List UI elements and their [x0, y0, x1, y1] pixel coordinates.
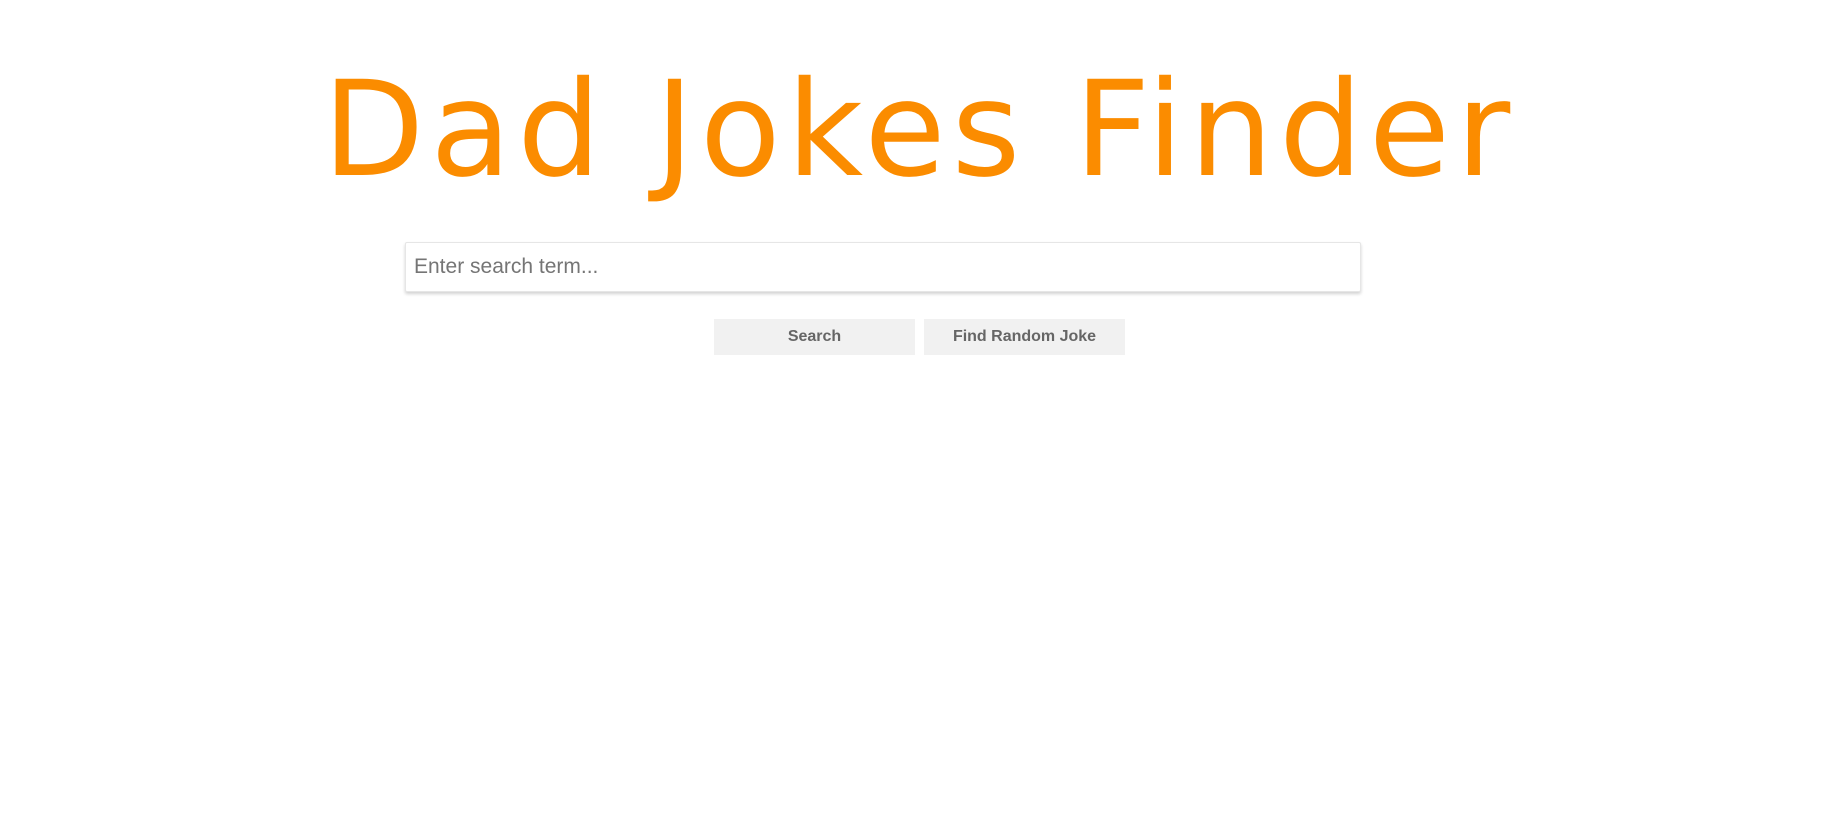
search-button[interactable]: Search: [714, 319, 915, 355]
search-bar: [405, 242, 1361, 292]
page-title: Dad Jokes Finder: [322, 53, 1517, 207]
random-joke-button[interactable]: Find Random Joke: [924, 319, 1125, 355]
button-row: Search Find Random Joke: [0, 319, 1839, 355]
page: Dad Jokes Finder Search Find Random Joke: [0, 0, 1839, 815]
search-input[interactable]: [405, 242, 1361, 292]
